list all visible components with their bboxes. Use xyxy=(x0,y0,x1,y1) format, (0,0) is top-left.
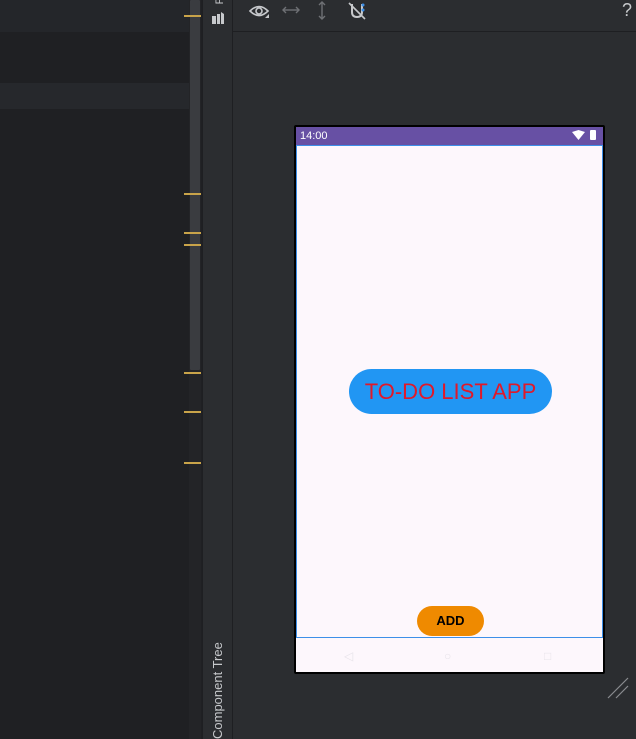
horizontal-arrows-icon[interactable] xyxy=(281,0,301,22)
error-stripe-marker[interactable] xyxy=(184,411,201,413)
wifi-icon xyxy=(572,130,585,140)
error-stripe-marker[interactable] xyxy=(184,372,201,374)
design-toolbar: ? xyxy=(233,0,636,32)
battery-icon xyxy=(590,130,596,140)
component-tree-tab[interactable]: Component Tree xyxy=(210,640,228,739)
add-button[interactable]: ADD xyxy=(417,606,484,636)
status-bar: 14:00 xyxy=(296,127,603,145)
error-stripe-marker[interactable] xyxy=(184,15,201,17)
error-stripe-marker[interactable] xyxy=(184,193,201,195)
recents-icon[interactable]: □ xyxy=(544,649,551,663)
vertical-arrows-icon[interactable] xyxy=(315,0,329,22)
code-editor[interactable] xyxy=(0,0,202,739)
eye-icon[interactable] xyxy=(248,0,270,22)
palette-icon xyxy=(212,12,224,24)
back-icon[interactable]: ◁ xyxy=(344,649,353,663)
navigation-bar: ◁ ○ □ xyxy=(296,638,603,672)
magnet-off-icon[interactable] xyxy=(346,0,368,22)
side-tool-strip: P Component Tree xyxy=(202,0,233,739)
error-stripe-marker[interactable] xyxy=(184,232,201,234)
title-button[interactable]: TO-DO LIST APP xyxy=(349,369,552,414)
editor-top-strip xyxy=(0,0,200,32)
resize-handle-icon[interactable] xyxy=(606,676,630,700)
status-time: 14:00 xyxy=(300,130,328,142)
error-stripe-marker[interactable] xyxy=(184,462,201,464)
palette-tab[interactable]: P xyxy=(212,0,226,26)
editor-scrollbar-thumb[interactable] xyxy=(190,0,200,370)
current-line-highlight xyxy=(0,83,200,109)
error-stripe-marker[interactable] xyxy=(184,244,201,246)
help-icon[interactable]: ? xyxy=(622,0,632,21)
palette-tab-label: P xyxy=(214,0,226,5)
app-screen[interactable]: TO-DO LIST APP ADD xyxy=(296,145,603,638)
device-preview[interactable]: 14:00 TO-DO LIST APP ADD ◁ ○ □ xyxy=(294,125,605,674)
home-icon[interactable]: ○ xyxy=(444,649,451,663)
